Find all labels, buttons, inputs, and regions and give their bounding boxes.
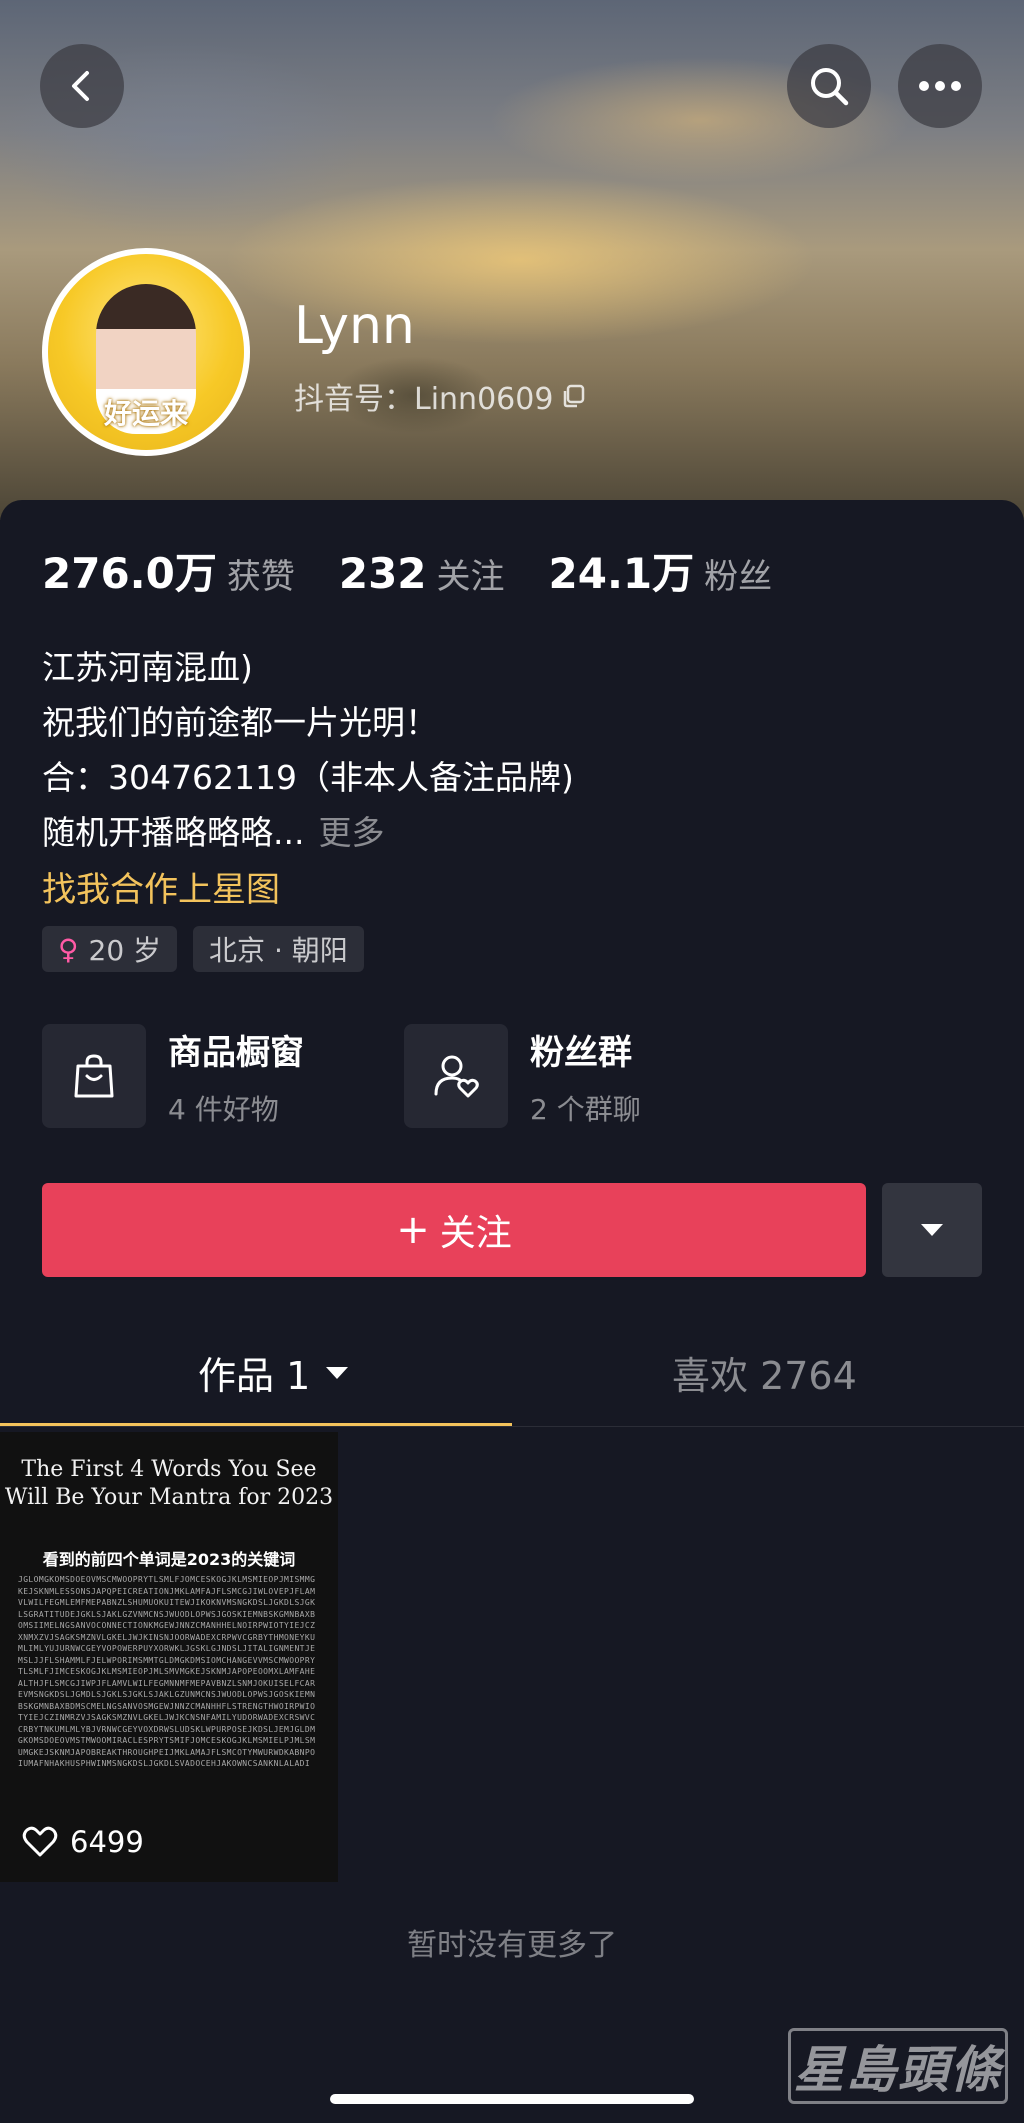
star-map-link[interactable]: 找我合作上星图 bbox=[42, 862, 280, 911]
stat-label: 关注 bbox=[436, 557, 505, 597]
stat-value: 276.0万 bbox=[42, 549, 217, 598]
avatar-caption: 好运来 bbox=[103, 397, 188, 430]
stat-followers[interactable]: 24.1万 粉丝 bbox=[549, 540, 773, 601]
user-heart-icon bbox=[404, 1024, 508, 1128]
location-tag: 北京 · 朝阳 bbox=[193, 926, 364, 972]
stat-label: 粉丝 bbox=[704, 557, 773, 597]
video-thumbnail-subtitle: 看到的前四个单词是2023的关键词 bbox=[42, 1550, 296, 1569]
age-tag: ♀ 20 岁 bbox=[42, 926, 178, 972]
copy-icon[interactable] bbox=[561, 383, 587, 409]
shopping-bag-icon bbox=[42, 1024, 146, 1128]
stat-label: 获赞 bbox=[226, 557, 295, 597]
more-dots-icon bbox=[919, 81, 961, 91]
fan-group-text: 粉丝群 2 个群聊 bbox=[530, 1025, 641, 1128]
stat-likes[interactable]: 276.0万 获赞 bbox=[42, 540, 295, 601]
tab-likes-label: 喜欢 2764 bbox=[672, 1354, 857, 1398]
age-label: 20 岁 bbox=[88, 934, 162, 967]
shop-window-entry[interactable]: 商品橱窗 4 件好物 bbox=[42, 1024, 304, 1128]
shop-window-title: 商品橱窗 bbox=[168, 1032, 304, 1073]
bio-line: 祝我们的前途都一片光明！ bbox=[42, 703, 438, 742]
video-thumbnail-word-grid: JGLOMGKOMSDOEOVMSCMWOOPRYTLSMLFJOMCESKOG… bbox=[18, 1575, 316, 1768]
bio: 江苏河南混血) 祝我们的前途都一片光明！ 合：304762119（非本人备注品牌… bbox=[42, 640, 574, 860]
caret-down-icon bbox=[921, 1224, 943, 1236]
home-indicator[interactable] bbox=[330, 2094, 694, 2104]
bio-line: 随机开播略略略... 更多 bbox=[42, 805, 574, 860]
recommend-dropdown-button[interactable] bbox=[882, 1183, 982, 1277]
profile-page: 好运来 Lynn 抖音号：Linn0609 276.0万 获赞 232 关注 2… bbox=[0, 0, 1024, 2123]
shop-window-text: 商品橱窗 4 件好物 bbox=[168, 1025, 304, 1128]
bio-line: 江苏河南混血) bbox=[42, 648, 253, 687]
end-of-list-text: 暂时没有更多了 bbox=[407, 1928, 617, 1963]
female-icon: ♀ bbox=[58, 932, 79, 966]
location-label: 北京 · 朝阳 bbox=[209, 934, 348, 967]
fan-group-entry[interactable]: 粉丝群 2 个群聊 bbox=[404, 1024, 641, 1128]
search-button[interactable] bbox=[787, 44, 871, 128]
avatar[interactable]: 好运来 bbox=[42, 248, 250, 456]
bio-line: 合：304762119（非本人备注品牌) bbox=[42, 758, 574, 797]
video-thumbnail-title: The First 4 Words You See Will Be Your M… bbox=[4, 1457, 334, 1510]
stat-value: 232 bbox=[338, 549, 427, 598]
tab-divider bbox=[0, 1426, 1024, 1427]
follow-button[interactable]: + 关注 bbox=[42, 1183, 866, 1277]
stat-value: 24.1万 bbox=[548, 549, 695, 598]
fan-group-title: 粉丝群 bbox=[530, 1032, 632, 1073]
avatar-image: 好运来 bbox=[48, 254, 244, 450]
back-button[interactable] bbox=[40, 44, 124, 128]
stats-row: 276.0万 获赞 232 关注 24.1万 粉丝 bbox=[42, 540, 816, 601]
stat-following[interactable]: 232 关注 bbox=[339, 549, 505, 598]
shop-window-subtitle: 4 件好物 bbox=[168, 1092, 279, 1126]
watermark-logo: 星島頭條 bbox=[788, 2028, 1008, 2104]
video-like-count: 6499 bbox=[22, 1825, 144, 1859]
video-thumbnail[interactable]: The First 4 Words You See Will Be Your M… bbox=[0, 1432, 338, 1882]
search-icon bbox=[811, 68, 849, 106]
follow-label: 关注 bbox=[439, 1213, 512, 1254]
user-id: 抖音号：Linn0609 bbox=[294, 382, 554, 417]
plus-icon: + bbox=[396, 1207, 430, 1253]
chevron-left-icon bbox=[72, 71, 89, 101]
heart-icon bbox=[22, 1826, 58, 1857]
profile-tags: ♀ 20 岁 北京 · 朝阳 bbox=[42, 926, 364, 972]
like-count-value: 6499 bbox=[70, 1825, 144, 1859]
user-name: Lynn bbox=[294, 296, 415, 356]
bio-more-link[interactable]: 更多 bbox=[318, 813, 384, 852]
caret-down-icon bbox=[326, 1366, 349, 1379]
more-options-button[interactable] bbox=[898, 44, 982, 128]
user-id-row[interactable]: 抖音号：Linn0609 bbox=[294, 374, 587, 418]
fan-group-subtitle: 2 个群聊 bbox=[530, 1092, 641, 1126]
bio-line-text: 随机开播略略略... bbox=[42, 813, 305, 852]
tab-works[interactable]: 作品 1 bbox=[198, 1345, 350, 1400]
tab-works-label: 作品 1 bbox=[198, 1354, 311, 1398]
tab-likes[interactable]: 喜欢 2764 bbox=[672, 1345, 857, 1400]
